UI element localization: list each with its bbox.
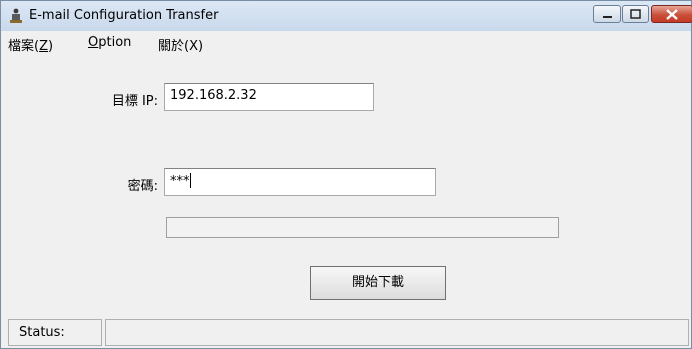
password-value: *** [170, 174, 190, 189]
start-download-button[interactable]: 開始下載 [310, 266, 446, 300]
maximize-button[interactable] [622, 5, 649, 23]
title-bar[interactable]: E-mail Configuration Transfer [1, 1, 692, 31]
menu-about-mnemonic: X [189, 39, 198, 54]
download-progress-bar [166, 217, 559, 238]
menu-option[interactable]: Option [88, 35, 131, 50]
window-title: E-mail Configuration Transfer [29, 8, 219, 23]
status-label: Status: [8, 319, 102, 346]
menu-file[interactable]: 檔案(Z) [8, 35, 53, 54]
password-label: 密碼: [127, 179, 158, 194]
app-person-icon [10, 8, 22, 23]
menu-about[interactable]: 關於(X) [158, 35, 203, 54]
password-input[interactable]: *** [164, 168, 436, 196]
form-area: 目標 IP: 192.168.2.32 密碼: *** 開始下載 [1, 53, 691, 315]
target-ip-label: 目標 IP: [111, 94, 158, 109]
menu-about-label: 關於 [158, 39, 185, 54]
close-button[interactable] [651, 5, 692, 23]
maximize-icon [630, 9, 641, 19]
menu-option-label: ption [98, 35, 132, 50]
status-bar: Status: [1, 317, 691, 348]
status-value [105, 319, 689, 346]
close-icon [666, 9, 678, 20]
minimize-icon [603, 16, 612, 18]
target-ip-value: 192.168.2.32 [170, 88, 257, 103]
text-caret [189, 173, 191, 188]
menu-file-mnemonic: Z [39, 39, 48, 54]
target-ip-input[interactable]: 192.168.2.32 [164, 83, 374, 111]
app-window: E-mail Configuration Transfer 檔案(Z) Opti… [0, 0, 692, 349]
minimize-button[interactable] [593, 5, 621, 23]
menu-bar: 檔案(Z) Option 關於(X) [1, 31, 691, 54]
menu-file-label: 檔案 [8, 39, 35, 54]
menu-option-mnemonic: O [88, 35, 99, 50]
